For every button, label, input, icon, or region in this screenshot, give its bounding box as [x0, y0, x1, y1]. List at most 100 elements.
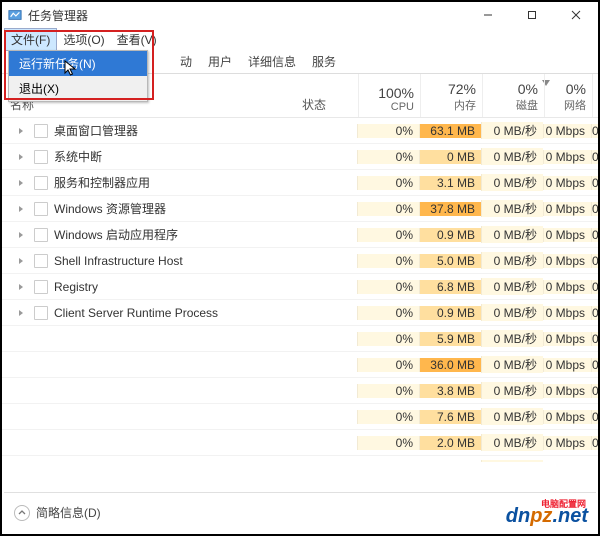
- cell-disk: 0 MB/秒: [481, 148, 543, 165]
- titlebar[interactable]: 任务管理器: [2, 2, 598, 28]
- window-title: 任务管理器: [28, 7, 88, 24]
- cell-cpu: 0%: [357, 254, 419, 268]
- cell-network: 0 Mbps: [543, 280, 591, 294]
- process-name: 服务和控制器应用: [54, 174, 150, 191]
- cell-cut: 0: [591, 150, 598, 164]
- cell-memory: 5.0 MB: [419, 254, 481, 268]
- table-row[interactable]: 0%7.6 MB0 MB/秒0 Mbps0: [2, 404, 598, 430]
- col-disk[interactable]: 0% 磁盘: [482, 74, 544, 117]
- cell-network: 0 Mbps: [543, 124, 591, 138]
- process-name: Shell Infrastructure Host: [54, 254, 183, 268]
- cell-cpu: 0%: [357, 124, 419, 138]
- close-button[interactable]: [554, 2, 598, 28]
- cell-network: 0 Mbps: [543, 384, 591, 398]
- process-icon: [34, 176, 48, 190]
- cell-cpu: 0%: [357, 462, 419, 463]
- cell-memory: 0.9 MB: [419, 306, 481, 320]
- tab-details[interactable]: 详细信息: [240, 50, 304, 73]
- menu-file[interactable]: 文件(F): [4, 28, 57, 51]
- cell-memory: 2.0 MB: [419, 436, 481, 450]
- disclosure-icon[interactable]: [16, 229, 28, 241]
- cell-cut: 0: [591, 176, 598, 190]
- cell-network: 0 Mbps: [543, 228, 591, 242]
- cell-network: 0 Mbps: [543, 358, 591, 372]
- process-icon: [34, 306, 48, 320]
- cell-disk: 0 MB/秒: [481, 434, 543, 451]
- table-row[interactable]: 0%36.0 MB0 MB/秒0 Mbps0: [2, 352, 598, 378]
- cell-cpu: 0%: [357, 202, 419, 216]
- col-network[interactable]: 0% 网络: [544, 74, 592, 117]
- disclosure-icon[interactable]: [16, 177, 28, 189]
- cell-network: 0 Mbps: [543, 202, 591, 216]
- menu-view[interactable]: 查看(V): [111, 29, 163, 50]
- table-row[interactable]: Shell Infrastructure Host0%5.0 MB0 MB/秒0…: [2, 248, 598, 274]
- table-row[interactable]: 桌面窗口管理器0%63.1 MB0 MB/秒0 Mbps0: [2, 118, 598, 144]
- col-cpu[interactable]: 100% CPU: [358, 74, 420, 117]
- tab-users[interactable]: 用户: [200, 50, 240, 73]
- cell-memory: 3.1 MB: [419, 176, 481, 190]
- disclosure-icon[interactable]: [16, 307, 28, 319]
- process-icon: [34, 150, 48, 164]
- table-row[interactable]: Windows 资源管理器0%37.8 MB0 MB/秒0 Mbps0: [2, 196, 598, 222]
- cell-disk: 0 MB/秒: [481, 356, 543, 373]
- table-row[interactable]: Registry0%6.8 MB0 MB/秒0 Mbps0: [2, 274, 598, 300]
- cell-memory: 3.8 MB: [419, 384, 481, 398]
- cell-network: 0 Mbps: [543, 176, 591, 190]
- process-name: 系统中断: [54, 148, 102, 165]
- cell-memory: 2.0 MB: [419, 462, 481, 463]
- cell-memory: 37.8 MB: [419, 202, 481, 216]
- cell-disk: 0 MB/秒: [481, 460, 543, 462]
- table-row[interactable]: 0%2.0 MB0 MB/秒0 Mbps0: [2, 456, 598, 462]
- table-row[interactable]: 服务和控制器应用0%3.1 MB0 MB/秒0 Mbps0: [2, 170, 598, 196]
- mem-usage-pct: 72%: [421, 81, 476, 97]
- disclosure-icon[interactable]: [16, 203, 28, 215]
- cell-network: 0 Mbps: [543, 254, 591, 268]
- table-row[interactable]: 0%2.0 MB0 MB/秒0 Mbps0: [2, 430, 598, 456]
- process-icon: [34, 254, 48, 268]
- cell-cpu: 0%: [357, 384, 419, 398]
- menu-item-exit[interactable]: 退出(X): [9, 76, 147, 101]
- minimize-button[interactable]: [466, 2, 510, 28]
- cell-disk: 0 MB/秒: [481, 174, 543, 191]
- cell-memory: 5.9 MB: [419, 332, 481, 346]
- process-name: 桌面窗口管理器: [54, 122, 138, 139]
- table-row[interactable]: 0%3.8 MB0 MB/秒0 Mbps0: [2, 378, 598, 404]
- disk-usage-pct: 0%: [483, 81, 538, 97]
- table-row[interactable]: 0%5.9 MB0 MB/秒0 Mbps0: [2, 326, 598, 352]
- cell-disk: 0 MB/秒: [481, 382, 543, 399]
- table-row[interactable]: Client Server Runtime Process0%0.9 MB0 M…: [2, 300, 598, 326]
- disclosure-icon[interactable]: [16, 281, 28, 293]
- table-row[interactable]: Windows 启动应用程序0%0.9 MB0 MB/秒0 Mbps0: [2, 222, 598, 248]
- tab-services[interactable]: 服务: [304, 50, 344, 73]
- process-table-body: 桌面窗口管理器0%63.1 MB0 MB/秒0 Mbps0系统中断0%0 MB0…: [2, 118, 598, 462]
- disclosure-icon[interactable]: [16, 125, 28, 137]
- process-icon: [34, 280, 48, 294]
- cell-disk: 0 MB/秒: [481, 304, 543, 321]
- table-row[interactable]: 系统中断0%0 MB0 MB/秒0 Mbps0: [2, 144, 598, 170]
- maximize-button[interactable]: [510, 2, 554, 28]
- cell-cut: 0: [591, 358, 598, 372]
- footer-brief-link[interactable]: 简略信息(D): [36, 504, 101, 521]
- disclosure-icon[interactable]: [16, 151, 28, 163]
- cell-disk: 0 MB/秒: [481, 122, 543, 139]
- expand-chevron-icon[interactable]: [14, 505, 30, 521]
- tab-startup[interactable]: 动: [172, 50, 200, 73]
- menubar: 文件(F) 选项(O) 查看(V): [2, 28, 598, 50]
- cell-cpu: 0%: [357, 332, 419, 346]
- cell-cut: 0: [591, 436, 598, 450]
- cell-memory: 6.8 MB: [419, 280, 481, 294]
- cell-memory: 7.6 MB: [419, 410, 481, 424]
- process-icon: [34, 202, 48, 216]
- cell-network: 0 Mbps: [543, 436, 591, 450]
- cell-cpu: 0%: [357, 410, 419, 424]
- menu-options[interactable]: 选项(O): [57, 29, 110, 50]
- disclosure-icon[interactable]: [16, 255, 28, 267]
- col-status[interactable]: 状态: [302, 74, 358, 117]
- process-icon: [34, 228, 48, 242]
- process-name: Registry: [54, 280, 98, 294]
- menu-item-run-new-task[interactable]: 运行新任务(N): [9, 51, 147, 76]
- cell-cpu: 0%: [357, 228, 419, 242]
- process-name: Client Server Runtime Process: [54, 306, 218, 320]
- cell-cut: 0: [591, 254, 598, 268]
- col-memory[interactable]: 72% 内存: [420, 74, 482, 117]
